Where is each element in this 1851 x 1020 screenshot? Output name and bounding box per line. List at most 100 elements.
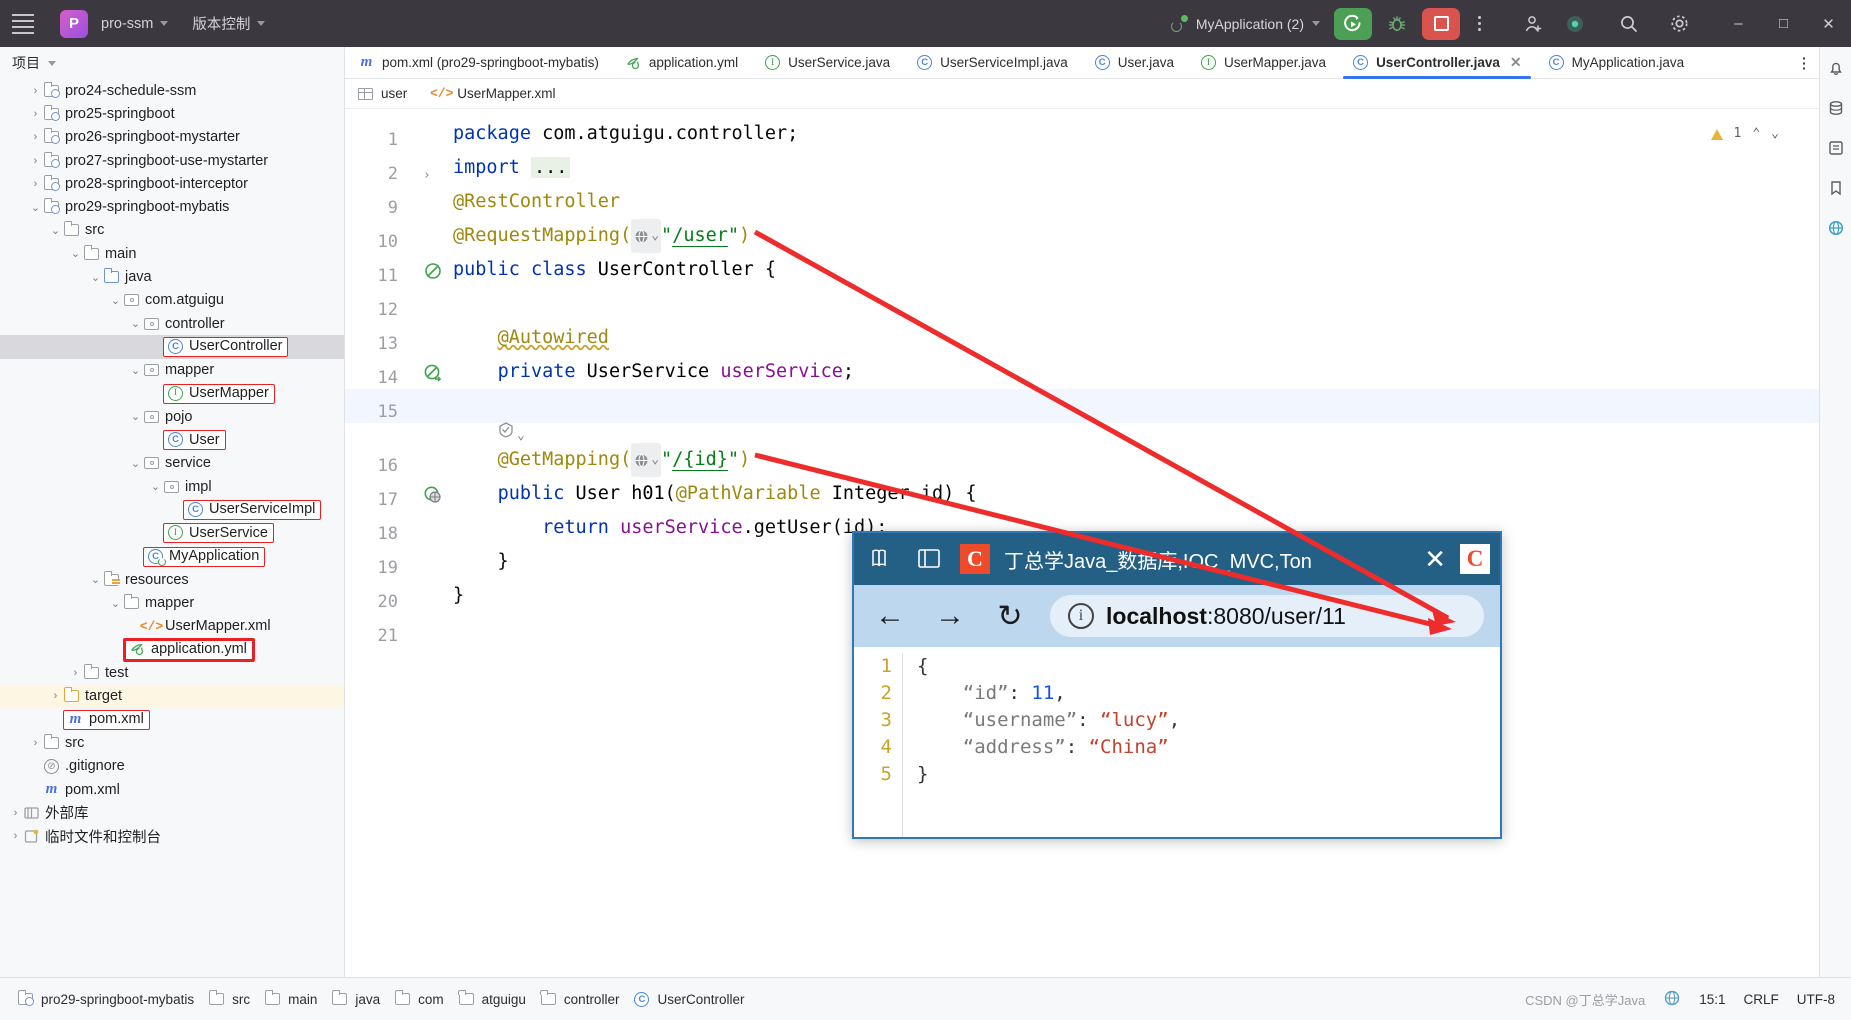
bookmarks-icon[interactable] — [1825, 177, 1847, 199]
browser-tab-title[interactable]: 丁总学Java_数据库,IOC_MVC,Ton — [1004, 545, 1410, 574]
tree-item-pro24-schedule-ssm[interactable]: ›pro24-schedule-ssm — [0, 79, 344, 102]
chevron-right-icon[interactable]: › — [28, 108, 43, 120]
bookmarks-panel-icon[interactable] — [864, 542, 898, 576]
tree-item-main[interactable]: ⌄main — [0, 242, 344, 265]
chevron-down-icon[interactable]: ⌄ — [68, 247, 83, 260]
gutter-mark[interactable] — [423, 483, 443, 517]
run-configuration-selector[interactable]: MyApplication (2) — [1170, 15, 1320, 33]
chevron-down-icon[interactable]: ⌄ — [108, 597, 123, 610]
tree-item-test[interactable]: ›test — [0, 661, 344, 684]
tree-item-usermapper[interactable]: IUserMapper — [0, 382, 344, 405]
chevron-down-icon[interactable]: ⌄ — [48, 224, 63, 237]
tree-item-usercontroller[interactable]: CUserController — [0, 335, 344, 358]
tree-item-pro26-springboot-mystarter[interactable]: ›pro26-springboot-mystarter — [0, 126, 344, 149]
editor-tab-myapplication-java[interactable]: CMyApplication.java — [1535, 47, 1698, 78]
url-bar[interactable]: i localhost:8080/user/11 — [1050, 595, 1484, 637]
caret-position[interactable]: 15:1 — [1699, 992, 1725, 1007]
breadcrumb-usermapper-xml[interactable]: </>UserMapper.xml — [433, 85, 555, 102]
chevron-right-icon[interactable]: › — [28, 737, 43, 749]
fold-chevron-icon[interactable]: › — [423, 168, 431, 183]
status-crumb-pro29-springboot-mybatis[interactable]: pro29-springboot-mybatis — [10, 991, 201, 1008]
tree-item-myapplication[interactable]: CMyApplication — [0, 545, 344, 568]
chevron-down-icon[interactable]: ⌄ — [88, 271, 103, 284]
more-actions-button[interactable] — [1466, 8, 1492, 40]
sidebar-header[interactable]: 项目 — [0, 47, 344, 79]
endpoints-icon[interactable] — [1825, 217, 1847, 239]
maximize-button[interactable]: □ — [1761, 0, 1806, 47]
status-crumb-usercontroller[interactable]: CUserController — [626, 991, 751, 1008]
editor-tab-user-java[interactable]: CUser.java — [1081, 47, 1187, 78]
gutter-mark[interactable] — [423, 361, 443, 395]
status-breadcrumb[interactable]: pro29-springboot-mybatissrcmainjavacomat… — [0, 991, 751, 1008]
chevron-down-icon[interactable]: ⌄ — [128, 364, 143, 377]
tree-item--gitignore[interactable]: ⊘.gitignore — [0, 755, 344, 778]
gutter-mark[interactable] — [423, 259, 443, 293]
close-icon[interactable]: ✕ — [1424, 544, 1446, 575]
search-button[interactable] — [1612, 8, 1646, 40]
chevron-right-icon[interactable]: › — [28, 178, 43, 190]
chevron-right-icon[interactable]: › — [8, 807, 23, 819]
tree-item-impl[interactable]: ⌄impl — [0, 475, 344, 498]
status-crumb-java[interactable]: java — [324, 991, 387, 1008]
gutter-mark[interactable]: › — [423, 157, 431, 193]
editor-tab-userservice-java[interactable]: IUserService.java — [751, 47, 903, 78]
minimize-button[interactable]: – — [1716, 0, 1761, 47]
tree-item-usermapper-xml[interactable]: </>UserMapper.xml — [0, 615, 344, 638]
back-button[interactable]: ← — [870, 599, 910, 633]
status-crumb-src[interactable]: src — [201, 991, 257, 1008]
notifications-icon[interactable] — [1825, 57, 1847, 79]
chevron-down-icon[interactable]: ⌄ — [128, 457, 143, 470]
chevron-right-icon[interactable]: › — [68, 667, 83, 679]
tree-item-src[interactable]: ›src — [0, 731, 344, 754]
inspection-widget[interactable]: 1 ⌃ ⌄ — [1711, 117, 1779, 151]
tree-item-pro28-springboot-interceptor[interactable]: ›pro28-springboot-interceptor — [0, 172, 344, 195]
tree-item-user[interactable]: CUser — [0, 428, 344, 451]
hamburger-menu-icon[interactable] — [0, 0, 46, 47]
database-icon[interactable] — [1825, 97, 1847, 119]
debug-button[interactable] — [1380, 8, 1414, 40]
close-button[interactable]: ✕ — [1806, 0, 1851, 47]
chevron-down-icon[interactable]: ⌄ — [108, 294, 123, 307]
tree-item-target[interactable]: ›target — [0, 685, 344, 708]
chevron-down-icon[interactable]: ⌄ — [128, 410, 143, 423]
chevron-right-icon[interactable]: › — [8, 830, 23, 842]
editor-tab-application-yml[interactable]: application.yml — [612, 47, 751, 78]
run-button[interactable] — [1334, 8, 1372, 40]
tree-item-pojo[interactable]: ⌄pojo — [0, 405, 344, 428]
file-encoding[interactable]: UTF-8 — [1797, 992, 1835, 1007]
line-separator[interactable]: CRLF — [1743, 992, 1778, 1007]
editor-tab-pom-xml-pro29-springboot-mybatis-[interactable]: mpom.xml (pro29-springboot-mybatis) — [345, 47, 612, 78]
tree-item-pom-xml[interactable]: mpom.xml — [0, 708, 344, 731]
url-globe-icon[interactable]: ⌄ — [631, 219, 661, 253]
tree-item-mapper[interactable]: ⌄mapper — [0, 592, 344, 615]
tree-item--[interactable]: ›临时文件和控制台 — [0, 825, 344, 848]
editor-tab-userserviceimpl-java[interactable]: CUserServiceImpl.java — [903, 47, 1081, 78]
tree-item-com-atguigu[interactable]: ⌄com.atguigu — [0, 289, 344, 312]
status-crumb-main[interactable]: main — [257, 991, 324, 1008]
next-problem-icon[interactable]: ⌄ — [1771, 117, 1779, 151]
editor-tabs[interactable]: mpom.xml (pro29-springboot-mybatis)appli… — [345, 47, 1819, 79]
reload-button[interactable]: ↻ — [990, 599, 1030, 634]
tree-item-service[interactable]: ⌄service — [0, 452, 344, 475]
translate-icon[interactable] — [1663, 989, 1681, 1010]
url-globe-icon[interactable]: ⌄ — [631, 443, 661, 477]
status-crumb-atguigu[interactable]: atguigu — [451, 991, 533, 1008]
chevron-right-icon[interactable]: › — [28, 85, 43, 97]
editor-tab-usermapper-java[interactable]: IUserMapper.java — [1187, 47, 1339, 78]
project-tree[interactable]: ›pro24-schedule-ssm›pro25-springboot›pro… — [0, 79, 344, 848]
chevron-down-icon[interactable]: ⌄ — [148, 480, 163, 493]
chevron-down-icon[interactable]: ⌄ — [128, 317, 143, 330]
forward-button[interactable]: → — [930, 599, 970, 633]
tree-item-controller[interactable]: ⌄controller — [0, 312, 344, 335]
browser-window[interactable]: C 丁总学Java_数据库,IOC_MVC,Ton ✕ C ← → ↻ i lo… — [852, 531, 1502, 839]
tree-item-pro25-springboot[interactable]: ›pro25-springboot — [0, 102, 344, 125]
close-tab-icon[interactable]: ✕ — [1510, 54, 1522, 71]
chevron-down-icon[interactable]: ⌄ — [88, 573, 103, 586]
editor-breadcrumbs[interactable]: user</>UserMapper.xml — [345, 79, 1819, 109]
stop-button[interactable] — [1422, 8, 1460, 40]
settings-button[interactable] — [1662, 8, 1696, 40]
tree-item-pro29-springboot-mybatis[interactable]: ⌄pro29-springboot-mybatis — [0, 195, 344, 218]
chevron-down-icon[interactable]: ⌄ — [28, 201, 43, 214]
tree-item-pom-xml[interactable]: mpom.xml — [0, 778, 344, 801]
tree-item-pro27-springboot-use-mystarter[interactable]: ›pro27-springboot-use-mystarter — [0, 149, 344, 172]
